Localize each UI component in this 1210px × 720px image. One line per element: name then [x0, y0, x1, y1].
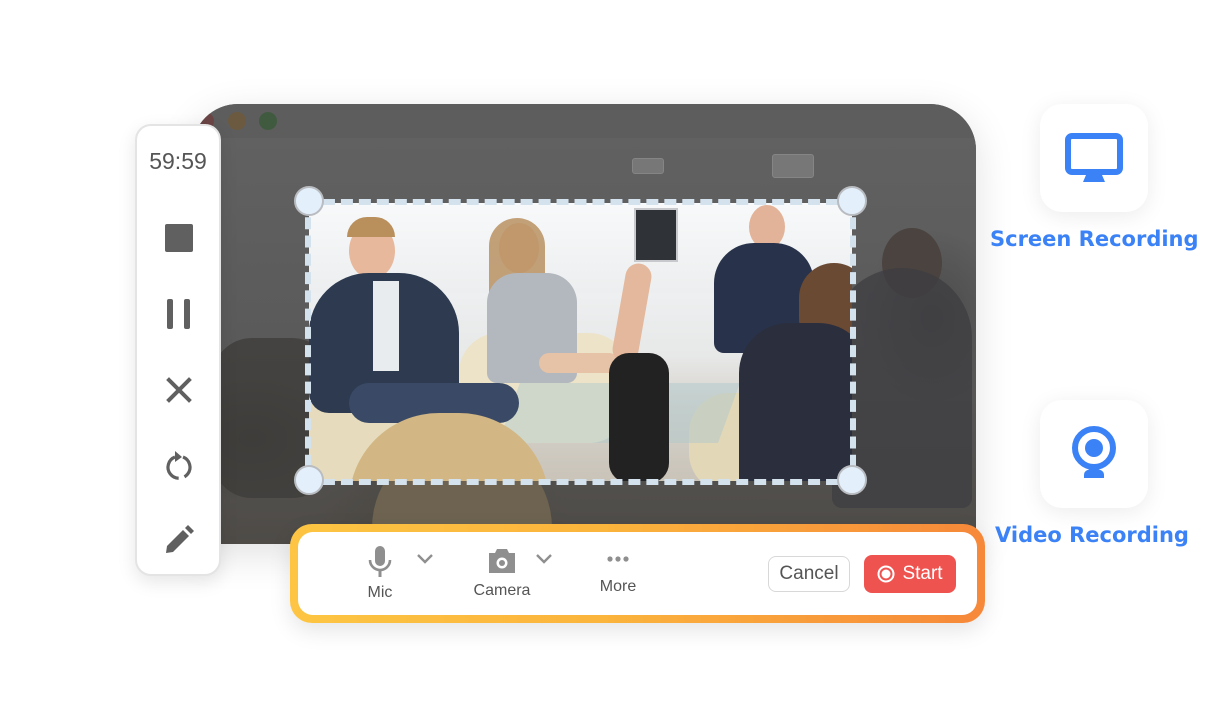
- video-recording-card[interactable]: [1040, 400, 1148, 508]
- restart-button[interactable]: [163, 450, 195, 482]
- mic-label: Mic: [367, 584, 393, 601]
- control-bar-panel: Mic Camera More Cancel Start: [298, 532, 977, 615]
- start-recording-button[interactable]: Start: [864, 555, 956, 593]
- recording-control-bar: Mic Camera More Cancel Start: [290, 524, 985, 623]
- more-button[interactable]: More: [588, 554, 648, 596]
- camera-button[interactable]: Camera: [462, 548, 542, 600]
- resize-handle-top-right[interactable]: [837, 186, 867, 216]
- resize-handle-top-left[interactable]: [294, 186, 324, 216]
- mic-button[interactable]: Mic: [360, 546, 400, 602]
- window-title-bar: [192, 104, 976, 139]
- annotate-button[interactable]: [163, 524, 195, 556]
- stop-icon: [165, 224, 193, 252]
- resize-handle-bottom-right[interactable]: [837, 465, 867, 495]
- restart-icon: [166, 451, 192, 480]
- recorder-side-toolbar: 59:59: [135, 124, 221, 576]
- more-dots-icon: [607, 556, 629, 562]
- webcam-icon: [1072, 426, 1116, 478]
- chevron-down-icon: [417, 554, 433, 564]
- start-label: Start: [902, 563, 943, 584]
- cancel-button[interactable]: Cancel: [768, 556, 850, 592]
- video-recording-label[interactable]: Video Recording: [990, 523, 1194, 547]
- pencil-icon: [166, 525, 194, 553]
- mic-dropdown-toggle[interactable]: [416, 552, 434, 570]
- screen-recording-label[interactable]: Screen Recording: [990, 227, 1199, 251]
- camera-icon: [489, 549, 515, 573]
- microphone-icon: [368, 546, 392, 577]
- close-icon: [166, 377, 192, 403]
- recording-timer: 59:59: [149, 148, 207, 174]
- ceiling-light: [772, 154, 814, 178]
- resize-handle-bottom-left[interactable]: [294, 465, 324, 495]
- more-label: More: [599, 578, 637, 595]
- stop-button[interactable]: [163, 222, 195, 254]
- camera-label: Camera: [473, 582, 531, 599]
- discard-button[interactable]: [163, 374, 195, 406]
- pause-icon: [167, 299, 190, 329]
- selection-dashed-border[interactable]: [305, 199, 856, 485]
- window-maximize-dot[interactable]: [259, 112, 277, 130]
- chevron-down-icon: [536, 554, 552, 564]
- window-minimize-dot[interactable]: [228, 112, 246, 130]
- monitor-icon: [1065, 133, 1123, 182]
- screen-recording-card[interactable]: [1040, 104, 1148, 212]
- ceiling-light: [632, 158, 664, 174]
- camera-dropdown-toggle[interactable]: [535, 552, 553, 570]
- pause-button[interactable]: [163, 298, 195, 330]
- record-icon: [877, 565, 895, 583]
